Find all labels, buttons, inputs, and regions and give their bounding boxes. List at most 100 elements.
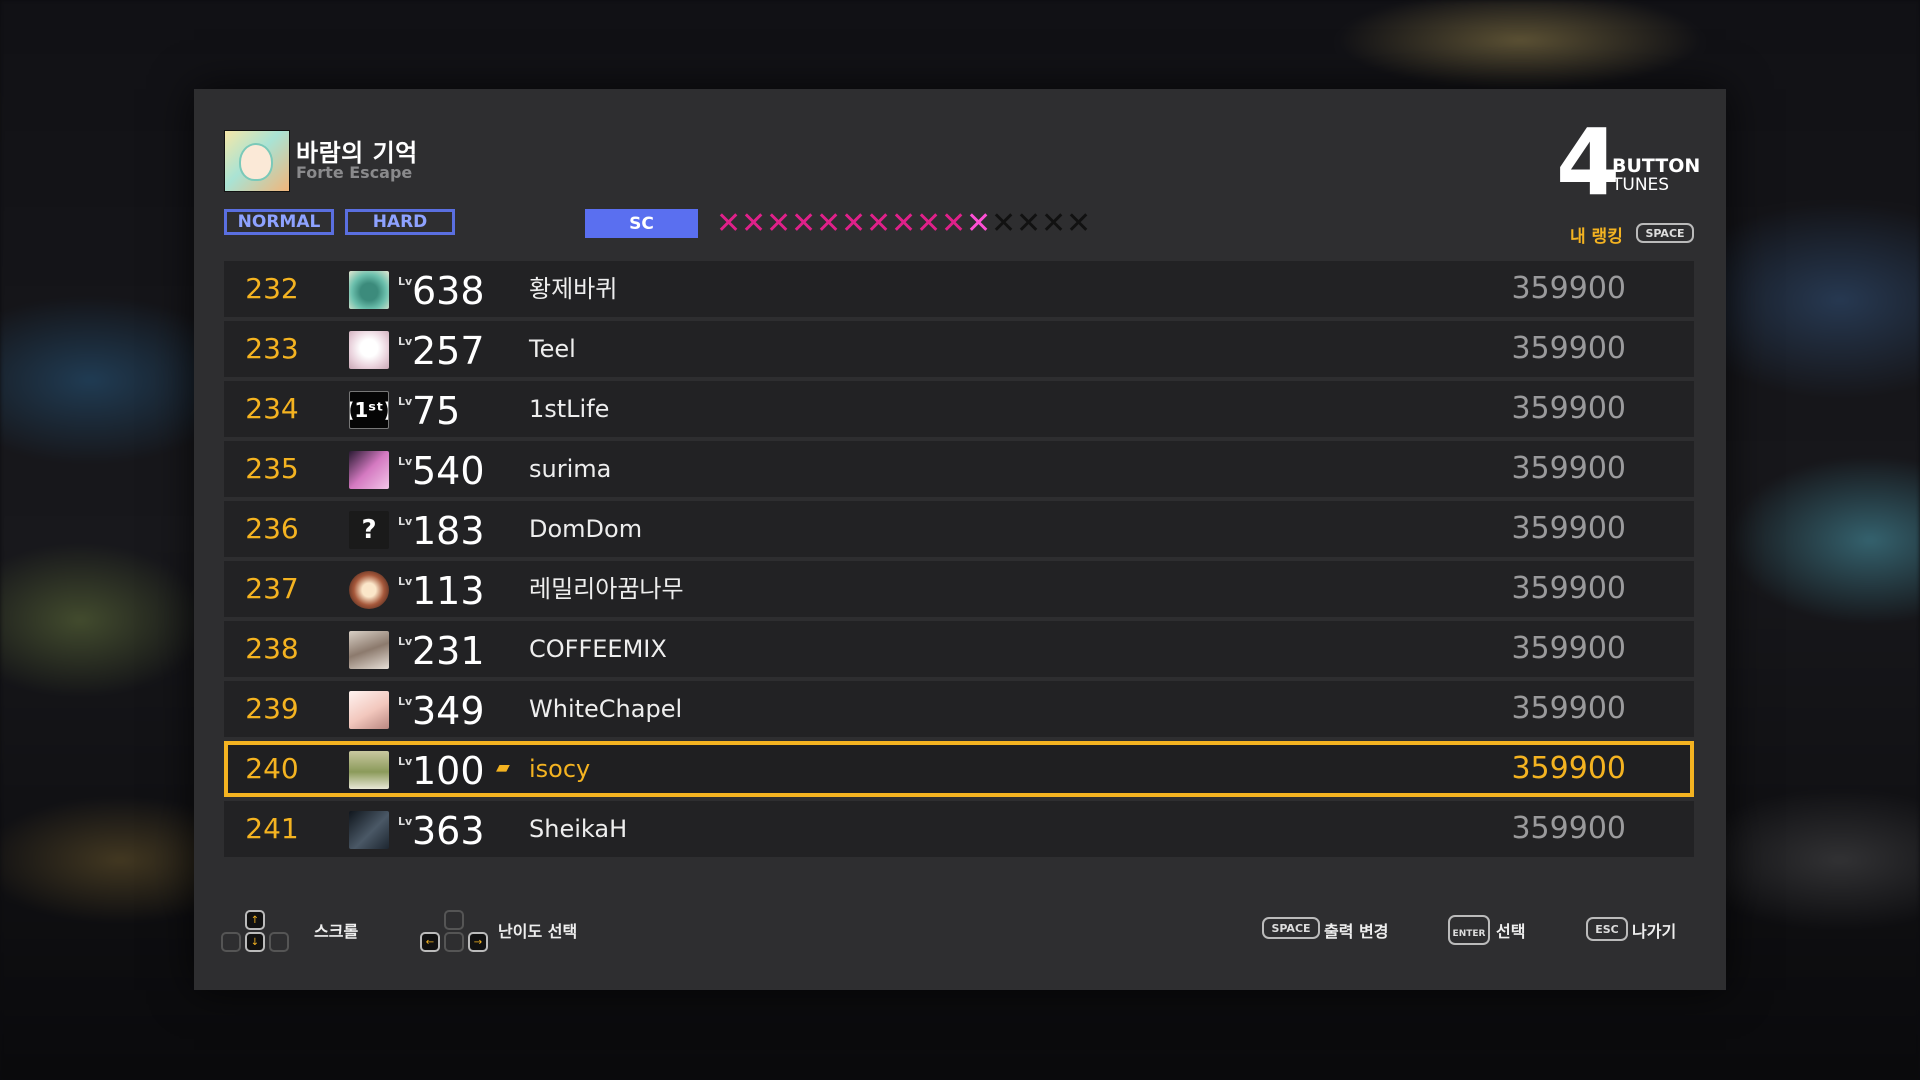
right-arrow-key-icon: → (468, 932, 488, 952)
rank-number: 238 (245, 632, 299, 665)
rank-number: 236 (245, 512, 299, 545)
player-avatar (349, 331, 389, 369)
difficulty-star-icon: ✕ (991, 206, 1017, 241)
level-tag: Lv (398, 635, 413, 648)
player-name: surima (529, 455, 612, 483)
player-level: 638 (412, 269, 485, 313)
my-ranking-row[interactable]: 240 Lv 100 ▰ isocy 359900 (224, 741, 1694, 797)
difficulty-level-stars: ✕ ✕ ✕ ✕ ✕ ✕ ✕ ✕ ✕ ✕ ✕ ✕ ✕ ✕ ✕ (716, 206, 1092, 241)
down-arrow-key-icon: ↓ (245, 932, 265, 952)
level-tag: Lv (398, 335, 413, 348)
ranking-row[interactable]: 241 Lv 363 SheikaH 359900 (224, 801, 1694, 857)
difficulty-star-icon: ✕ (741, 206, 767, 241)
player-score: 359900 (1511, 811, 1626, 846)
enter-key-icon: ENTER (1448, 915, 1490, 945)
difficulty-star-icon: ✕ (841, 206, 867, 241)
exit-button[interactable]: 나가기 (1632, 918, 1676, 942)
song-artist: Forte Escape (296, 163, 413, 182)
player-level: 540 (412, 449, 485, 493)
scroll-hint: 스크롤 (314, 922, 359, 941)
difficulty-star-icon: ✕ (866, 206, 892, 241)
player-score: 359900 (1511, 511, 1626, 546)
player-score: 359900 (1511, 331, 1626, 366)
player-name: isocy (529, 755, 591, 783)
button-mode-number: 4 (1556, 109, 1621, 216)
player-score: 359900 (1511, 391, 1626, 426)
difficulty-star-icon: ✕ (766, 206, 792, 241)
right-key-icon (269, 932, 289, 952)
player-name: 황제바퀴 (529, 275, 618, 303)
player-avatar (349, 691, 389, 729)
player-avatar (349, 631, 389, 669)
down-key-icon (444, 932, 464, 952)
difficulty-star-icon: ✕ (1066, 206, 1092, 241)
ranking-row[interactable]: 235 Lv 540 surima 359900 (224, 441, 1694, 497)
player-name: 1stLife (529, 395, 610, 423)
player-name: 레밀리아꿈나무 (529, 575, 684, 603)
output-change-button[interactable]: 출력 변경 (1324, 918, 1388, 942)
difficulty-tab-hard[interactable]: HARD (345, 209, 455, 235)
song-jacket-image (224, 130, 290, 192)
button-mode-label: BUTTON (1612, 155, 1701, 177)
player-name: WhiteChapel (529, 695, 683, 723)
rank-number: 234 (245, 392, 299, 425)
player-level: 363 (412, 809, 485, 853)
player-level: 183 (412, 509, 485, 553)
left-key-icon (221, 932, 241, 952)
difficulty-star-icon: ✕ (891, 206, 917, 241)
ranking-row[interactable]: 234 (1ˢᵗ) Lv75 1stLife 359900 (224, 381, 1694, 437)
player-avatar (349, 571, 389, 609)
rank-number: 233 (245, 332, 299, 365)
player-score: 359900 (1511, 691, 1626, 726)
esc-key-icon: ESC (1586, 917, 1628, 941)
level-tag: Lv (398, 275, 413, 288)
ranking-list[interactable]: 232Lv638황제바퀴359900233Lv257Teel359900234(… (224, 261, 1694, 861)
difficulty-star-icon: ✕ (791, 206, 817, 241)
rank-number: 240 (245, 752, 299, 785)
rank-number: 235 (245, 452, 299, 485)
player-score: 359900 (1511, 631, 1626, 666)
difficulty-star-icon: ✕ (966, 206, 992, 241)
level-tag: Lv (398, 515, 413, 528)
difficulty-tab-sc[interactable]: SC (585, 209, 698, 238)
button-mode-sublabel: TUNES (1612, 175, 1670, 195)
rank-number: 232 (245, 272, 299, 305)
difficulty-star-icon: ✕ (1016, 206, 1042, 241)
player-name: SheikaH (529, 815, 628, 843)
player-level: 113 (412, 569, 485, 613)
player-level: 231 (412, 629, 485, 673)
player-level: 349 (412, 689, 485, 733)
level-tag: Lv (398, 695, 413, 708)
space-key-icon: SPACE (1636, 223, 1694, 243)
select-button[interactable]: 선택 (1496, 918, 1525, 942)
rank-number: 237 (245, 572, 299, 605)
ranking-row[interactable]: 238 Lv 231 COFFEEMIX 359900 (224, 621, 1694, 677)
player-avatar (349, 451, 389, 489)
level-tag: Lv (398, 575, 413, 588)
player-score: 359900 (1511, 451, 1626, 486)
level-tag: Lv (398, 815, 413, 828)
difficulty-select-hint: 난이도 선택 (498, 922, 578, 941)
my-ranking-label[interactable]: 내 랭킹 (1570, 222, 1623, 247)
level-tag: Lv (398, 395, 413, 408)
player-name: Teel (529, 335, 576, 363)
ranking-row[interactable]: 233 Lv 257 Teel 359900 (224, 321, 1694, 377)
player-avatar (349, 811, 389, 849)
difficulty-star-icon: ✕ (1041, 206, 1067, 241)
player-avatar: (1ˢᵗ) (349, 391, 389, 429)
player-score: 359900 (1511, 571, 1626, 606)
player-score: 359900 (1511, 751, 1626, 786)
player-level: 257 (412, 329, 485, 373)
difficulty-tab-normal[interactable]: NORMAL (224, 209, 334, 235)
ranking-row[interactable]: 232 Lv 638 황제바퀴 359900 (224, 261, 1694, 317)
ranking-row[interactable]: 239 Lv 349 WhiteChapel 359900 (224, 681, 1694, 737)
ranking-row[interactable]: 237 Lv 113 레밀리아꿈나무 359900 (224, 561, 1694, 617)
player-score: 359900 (1511, 271, 1626, 306)
space-key-icon: SPACE (1262, 917, 1320, 939)
ranking-row[interactable]: 236? Lv 183 DomDom 359900 (224, 501, 1694, 557)
ranking-panel: 바람의 기억 Forte Escape 4 BUTTON TUNES NORMA… (194, 89, 1726, 990)
player-avatar: ? (349, 511, 389, 549)
left-arrow-key-icon: ← (420, 932, 440, 952)
difficulty-star-icon: ✕ (916, 206, 942, 241)
rank-number: 241 (245, 812, 299, 845)
